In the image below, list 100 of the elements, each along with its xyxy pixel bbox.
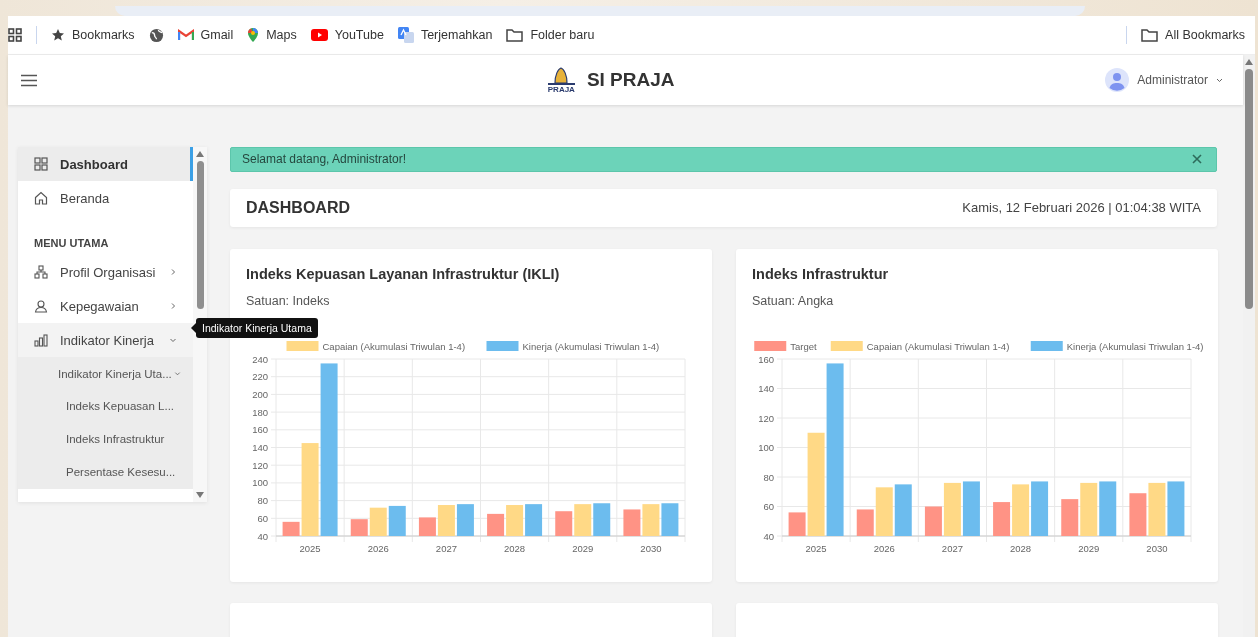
legend-label[interactable]: Target: [790, 340, 817, 352]
legend-swatch[interactable]: [286, 341, 319, 351]
axis-tick-label: 100: [252, 477, 268, 489]
scrollbar-thumb[interactable]: [1245, 69, 1253, 309]
axis-tick-label: 120: [758, 412, 774, 424]
scroll-down-icon[interactable]: [196, 492, 204, 498]
bar[interactable]: [487, 513, 505, 536]
legend-label[interactable]: Capaian (Akumulasi Triwulan 1-4): [866, 340, 1010, 352]
axis-tick-label: 200: [252, 388, 268, 400]
bar[interactable]: [1099, 481, 1117, 536]
map-pin-icon: [247, 27, 260, 43]
submenu-item[interactable]: Persentase Kesesu...: [18, 456, 193, 489]
play-icon: [310, 29, 328, 41]
bar[interactable]: [574, 504, 592, 536]
bar[interactable]: [282, 521, 300, 536]
logo-text: PRAJA: [547, 82, 575, 94]
axis-tick-label: 2025: [299, 543, 321, 554]
all-bookmarks-button[interactable]: All Bookmarks: [1141, 28, 1245, 42]
axis-tick-label: 40: [763, 530, 774, 542]
bar-chart-icon: [34, 333, 48, 347]
legend-label[interactable]: Kinerja (Akumulasi Triwulan 1-4): [1066, 340, 1204, 352]
bar[interactable]: [1031, 481, 1049, 536]
globe-icon[interactable]: [148, 27, 164, 43]
bar[interactable]: [943, 482, 961, 536]
bar[interactable]: [642, 504, 660, 536]
chart-unit: Satuan: Angka: [752, 294, 835, 308]
legend-swatch[interactable]: [1030, 341, 1063, 351]
axis-tick-label: 60: [257, 512, 268, 524]
bar[interactable]: [320, 363, 338, 536]
bar[interactable]: [1148, 482, 1166, 536]
bar[interactable]: [456, 504, 474, 536]
axis-tick-label: 100: [758, 442, 774, 453]
bar[interactable]: [437, 505, 455, 536]
submenu-item[interactable]: Indikator Kinerja Uta...: [18, 357, 193, 390]
bar[interactable]: [1129, 493, 1147, 536]
bar[interactable]: [1061, 499, 1079, 536]
bar[interactable]: [1012, 484, 1030, 536]
axis-tick-label: 180: [252, 406, 268, 418]
submenu-item[interactable]: Indeks Infrastruktur: [18, 423, 193, 456]
bookmark[interactable]: Folder baru: [506, 28, 595, 42]
scrollbar[interactable]: [1243, 55, 1255, 637]
grid-icon: [34, 157, 48, 171]
bookmark[interactable]: YouTube: [310, 28, 384, 42]
axis-tick-label: 2027: [435, 543, 457, 554]
legend-swatch[interactable]: [830, 341, 863, 351]
legend-label[interactable]: Kinerja (Akumulasi Triwulan 1-4): [522, 340, 660, 352]
axis-tick-label: 2030: [1146, 543, 1168, 554]
sidebar-item[interactable]: Kepegawaian: [18, 289, 193, 323]
close-icon[interactable]: [1192, 154, 1202, 165]
user-menu[interactable]: Administrator: [1105, 68, 1223, 92]
legend-swatch[interactable]: [486, 341, 519, 351]
legend-swatch[interactable]: [754, 341, 787, 351]
bookmark[interactable]: Maps: [247, 27, 297, 43]
bar[interactable]: [369, 507, 387, 536]
bar[interactable]: [1167, 481, 1185, 536]
scroll-up-icon[interactable]: [1245, 59, 1253, 65]
bar[interactable]: [807, 432, 825, 536]
bookmark[interactable]: Bookmarks: [51, 28, 135, 42]
menu-icon[interactable]: [21, 73, 37, 87]
bar[interactable]: [661, 503, 679, 536]
bar[interactable]: [788, 512, 806, 536]
bar[interactable]: [1080, 482, 1098, 536]
bar[interactable]: [623, 509, 641, 536]
bar[interactable]: [350, 519, 368, 536]
bar[interactable]: [418, 517, 436, 536]
bar[interactable]: [301, 443, 319, 536]
axis-tick-label: 2028: [504, 543, 526, 554]
bar[interactable]: [593, 503, 611, 536]
scrollbar-thumb[interactable]: [196, 161, 204, 309]
bar[interactable]: [388, 505, 406, 536]
bar[interactable]: [962, 481, 980, 536]
bar[interactable]: [826, 363, 844, 536]
folder-icon: [506, 28, 524, 42]
sidebar-item[interactable]: Profil Organisasi: [18, 255, 193, 289]
bar[interactable]: [555, 511, 573, 536]
axis-tick-label: 2029: [1078, 543, 1100, 554]
legend-label[interactable]: Capaian (Akumulasi Triwulan 1-4): [322, 340, 466, 352]
apps-icon[interactable]: [8, 28, 22, 42]
bar[interactable]: [856, 509, 874, 536]
bar[interactable]: [924, 506, 942, 536]
axis-tick-label: 220: [252, 371, 268, 383]
app-title: SI PRAJA: [586, 69, 675, 91]
mail-icon: [177, 29, 194, 41]
sidebar-item[interactable]: Beranda: [18, 181, 193, 215]
bar[interactable]: [875, 487, 893, 536]
chart-title: Indeks Kepuasan Layanan Infrastruktur (IKLI): [246, 266, 561, 282]
bookmark[interactable]: Gmail: [177, 28, 234, 42]
submenu-item[interactable]: Indeks Kepuasan L...: [18, 390, 193, 423]
bar[interactable]: [525, 504, 543, 536]
bookmark[interactable]: Terjemahkan: [397, 27, 493, 43]
address-bar[interactable]: [115, 6, 1085, 16]
sidebar-item[interactable]: Dashboard: [18, 147, 193, 181]
bar[interactable]: [993, 502, 1011, 536]
bar[interactable]: [506, 505, 524, 536]
sidebar-item[interactable]: Indikator Kinerja: [18, 323, 193, 357]
axis-tick-label: 120: [252, 459, 268, 471]
axis-tick-label: 2026: [873, 543, 895, 554]
bar[interactable]: [894, 484, 912, 536]
axis-tick-label: 2028: [1010, 543, 1032, 554]
scroll-up-icon[interactable]: [196, 151, 204, 157]
